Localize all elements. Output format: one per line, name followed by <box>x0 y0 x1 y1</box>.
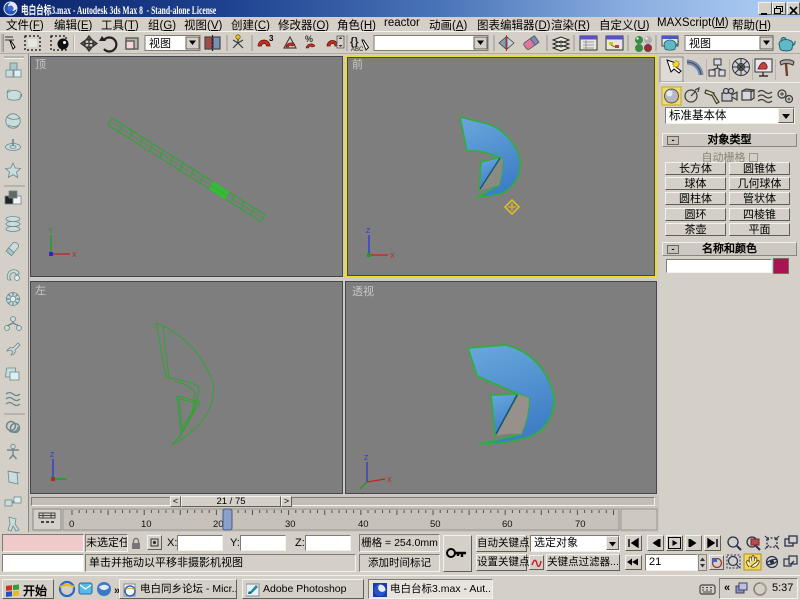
svg-text:60: 60 <box>502 519 513 530</box>
svg-text:50: 50 <box>430 519 441 530</box>
svg-text:Z: Z <box>50 452 55 459</box>
svg-text:0: 0 <box>69 519 74 530</box>
svg-text:30: 30 <box>285 519 296 530</box>
svg-text:3: 3 <box>269 34 274 43</box>
svg-text:视图: 视图 <box>689 36 711 50</box>
svg-text:透视: 透视 <box>352 284 374 298</box>
svg-text:ABC: ABC <box>351 47 364 53</box>
svg-text:X: X <box>387 477 392 484</box>
svg-text:20: 20 <box>213 519 224 530</box>
svg-text:X: X <box>390 253 395 260</box>
svg-text:视图: 视图 <box>149 36 171 50</box>
svg-text:10: 10 <box>141 519 152 530</box>
svg-text:X: X <box>72 252 77 259</box>
svg-text:Y: Y <box>48 228 53 235</box>
svg-text:Z: Z <box>366 228 371 235</box>
svg-text:前: 前 <box>352 57 363 71</box>
svg-text:顶: 顶 <box>35 58 46 71</box>
svg-text:%: % <box>305 34 313 44</box>
svg-text:70: 70 <box>575 519 586 530</box>
svg-text:40: 40 <box>358 519 369 530</box>
svg-text:左: 左 <box>35 284 46 297</box>
svg-text:Z: Z <box>364 455 369 462</box>
